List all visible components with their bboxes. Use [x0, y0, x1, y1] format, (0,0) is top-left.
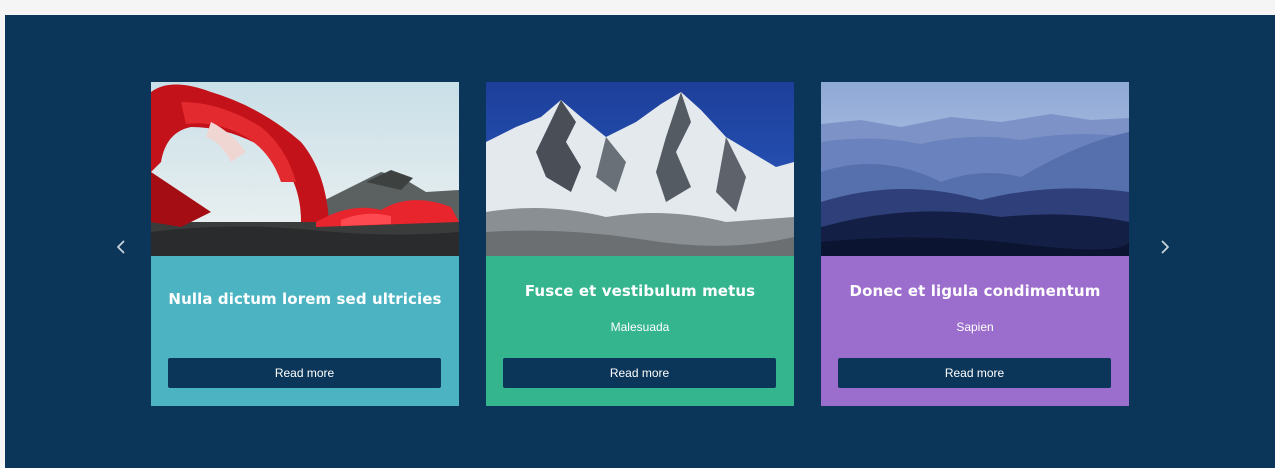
chevron-right-icon: [1161, 240, 1169, 254]
read-more-button[interactable]: Read more: [838, 358, 1111, 388]
carousel-card-2: Fusce et vestibulum metus Malesuada Read…: [486, 82, 794, 406]
card-image-lava: [151, 82, 459, 256]
card-image-mountains: [486, 82, 794, 256]
read-more-button[interactable]: Read more: [503, 358, 776, 388]
card-title: Fusce et vestibulum metus: [524, 282, 756, 300]
carousel-card-3: Donec et ligula condimentum Sapien Read …: [821, 82, 1129, 406]
card-body: Fusce et vestibulum metus Malesuada Read…: [486, 256, 794, 406]
card-subtitle: Malesuada: [610, 320, 670, 334]
card-title: Nulla dictum lorem sed ultricies: [168, 290, 442, 308]
carousel-card-1: Nulla dictum lorem sed ultricies Read mo…: [151, 82, 459, 406]
card-body: Nulla dictum lorem sed ultricies Read mo…: [151, 256, 459, 406]
chevron-left-icon: [117, 240, 125, 254]
carousel-section: Nulla dictum lorem sed ultricies Read mo…: [5, 15, 1275, 468]
card-title: Donec et ligula condimentum: [849, 282, 1101, 300]
carousel-prev-button[interactable]: [109, 235, 133, 259]
card-body: Donec et ligula condimentum Sapien Read …: [821, 256, 1129, 406]
carousel-next-button[interactable]: [1153, 235, 1177, 259]
read-more-button[interactable]: Read more: [168, 358, 441, 388]
card-image-misty-hills: [821, 82, 1129, 256]
card-subtitle: Sapien: [956, 320, 994, 334]
